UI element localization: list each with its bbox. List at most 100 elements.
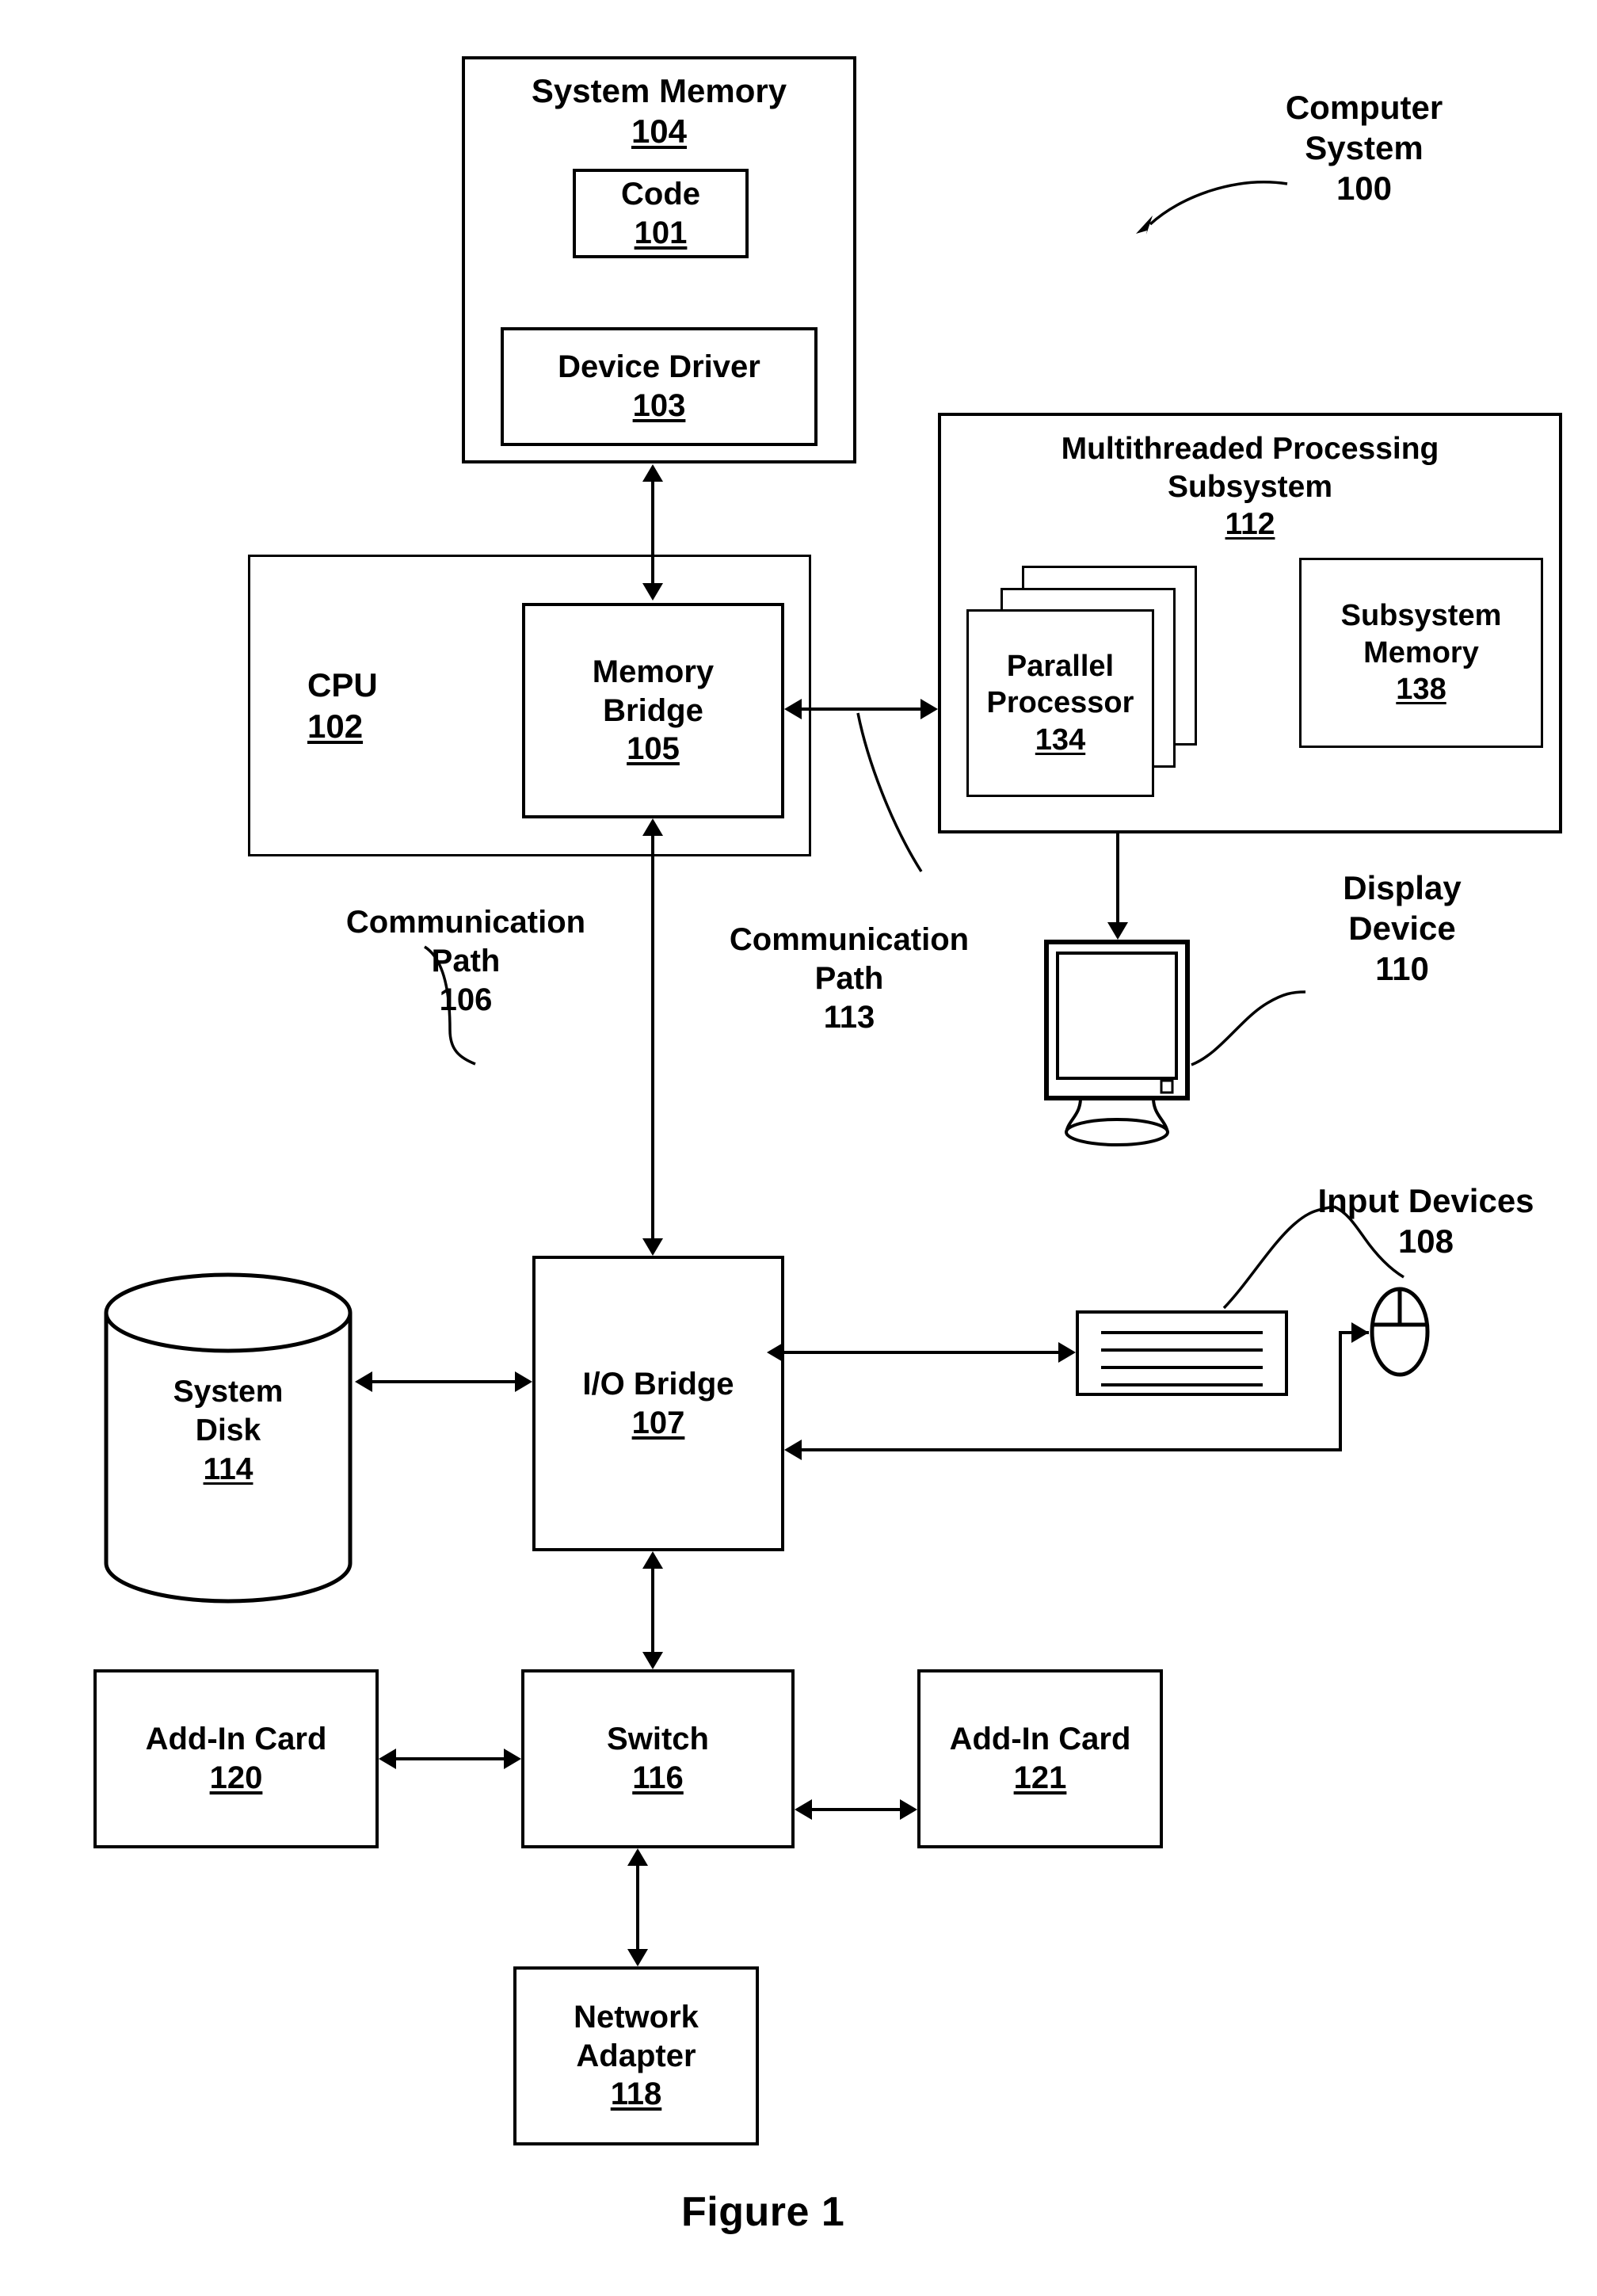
leader-display-device <box>1191 990 1306 1066</box>
input-devices-ref: 108 <box>1397 1222 1454 1261</box>
connector-card120-to-switch <box>396 1757 504 1760</box>
cpu-label: CPU <box>307 666 378 704</box>
computer-system-label-2: System <box>1305 129 1424 167</box>
system-memory-label: System Memory <box>531 72 787 109</box>
comm-path-106-ref: 106 <box>439 982 493 1017</box>
mps-ref: 112 <box>1225 507 1275 542</box>
arrowhead-up-system-memory <box>642 464 663 482</box>
arrowhead-right-subsystem <box>920 699 938 719</box>
callout-computer-system: Computer System 100 <box>1253 87 1475 209</box>
block-system-disk: System Disk 114 <box>101 1272 355 1604</box>
arrowhead-down-network-adapter <box>627 1949 648 1966</box>
block-device-driver: Device Driver 103 <box>501 327 818 446</box>
display-device-label-2: Device <box>1348 910 1456 948</box>
leader-comm-path-113 <box>856 712 923 872</box>
network-adapter-ref: 118 <box>610 2077 662 2112</box>
callout-communication-path-113: Communication Path 113 <box>683 921 1016 1036</box>
memory-bridge-label-1: Memory <box>592 654 715 689</box>
arrowhead-left-add-in-card-120 <box>379 1749 396 1769</box>
callout-communication-path-106: Communication Path 106 <box>299 903 632 1019</box>
arrowhead-right-mouse <box>1351 1322 1369 1343</box>
system-memory-ref: 104 <box>631 113 688 151</box>
connector-bridge-to-io-bridge <box>651 836 654 1238</box>
arrowhead-down-switch <box>642 1652 663 1669</box>
block-io-bridge: I/O Bridge 107 <box>532 1256 784 1551</box>
block-add-in-card-120: Add-In Card 120 <box>93 1669 379 1848</box>
mouse-glyph <box>1370 1287 1430 1377</box>
connector-mouse-segment-vertical <box>1339 1331 1342 1451</box>
keyboard-row <box>1101 1383 1263 1386</box>
code-label: Code <box>621 176 700 212</box>
arrowhead-down-io-bridge <box>642 1238 663 1256</box>
display-device-label-1: Display <box>1343 869 1462 906</box>
add-in-card-121-label: Add-In Card <box>949 1722 1131 1757</box>
arrowhead-down-memory-bridge <box>642 583 663 601</box>
subsystem-memory-ref: 138 <box>1396 673 1446 707</box>
block-memory-bridge: Memory Bridge 105 <box>522 603 784 818</box>
arrowhead-up-memory-bridge-bottom <box>642 818 663 836</box>
arrowhead-right-keyboard <box>1058 1342 1076 1363</box>
connector-disk-to-io-bridge <box>372 1380 515 1383</box>
parallel-processor-label-2: Processor <box>986 686 1134 720</box>
network-adapter-label-2: Adapter <box>576 2038 696 2073</box>
switch-ref: 116 <box>632 1760 684 1795</box>
parallel-processor-ref: 134 <box>1035 723 1086 757</box>
display-device-ref: 110 <box>1375 950 1429 988</box>
system-disk-text: System Disk 114 <box>101 1373 355 1489</box>
arrowhead-up-switch-south <box>627 1848 648 1866</box>
block-parallel-processor: Parallel Processor 134 <box>966 609 1154 797</box>
block-subsystem-memory: Subsystem Memory 138 <box>1299 558 1543 748</box>
connector-io-bridge-to-keyboard <box>784 1351 1058 1354</box>
connector-io-bridge-to-switch <box>651 1569 654 1652</box>
code-ref: 101 <box>634 215 688 250</box>
arrowhead-up-io-bridge-south <box>642 1551 663 1569</box>
comm-path-113-ref: 113 <box>823 999 875 1035</box>
mps-label-1: Multithreaded Processing <box>1061 432 1439 466</box>
switch-label: Switch <box>607 1722 709 1757</box>
add-in-card-120-ref: 120 <box>209 1760 263 1795</box>
connector-memory-to-bridge <box>651 482 654 583</box>
monitor-icon <box>1044 940 1190 1146</box>
keyboard-row <box>1101 1331 1263 1334</box>
computer-system-label-1: Computer <box>1285 89 1443 126</box>
system-disk-label-2: Disk <box>195 1413 261 1447</box>
arrowhead-right-add-in-card-121 <box>900 1799 917 1820</box>
keyboard-row <box>1101 1366 1263 1369</box>
input-devices-label: Input Devices <box>1317 1182 1534 1219</box>
parallel-processor-label-1: Parallel <box>1006 649 1115 683</box>
memory-bridge-label-2: Bridge <box>603 692 703 728</box>
subsystem-memory-label-1: Subsystem <box>1340 599 1502 633</box>
block-switch: Switch 116 <box>521 1669 795 1848</box>
connector-bridge-to-subsystem <box>802 707 920 711</box>
computer-system-ref: 100 <box>1336 170 1393 208</box>
arrowhead-left-memory-bridge <box>784 699 802 719</box>
arrowhead-right-switch-west <box>504 1749 521 1769</box>
block-display-device <box>1044 940 1191 1147</box>
keyboard-icon <box>1076 1310 1288 1396</box>
arrowhead-left-system-disk <box>355 1371 372 1392</box>
arrowhead-left-io-bridge-mouse <box>784 1440 802 1460</box>
arrowhead-right-io-bridge-west <box>515 1371 532 1392</box>
network-adapter-label-1: Network <box>574 1999 699 2035</box>
add-in-card-121-ref: 121 <box>1013 1760 1067 1795</box>
comm-path-113-label-2: Path <box>814 960 884 996</box>
connector-switch-to-network-adapter <box>636 1866 639 1949</box>
keyboard-row <box>1101 1348 1263 1352</box>
mouse-icon <box>1369 1287 1431 1378</box>
io-bridge-label: I/O Bridge <box>582 1366 734 1402</box>
comm-path-113-label-1: Communication <box>729 922 970 957</box>
figure-caption: Figure 1 <box>681 2189 845 2235</box>
connector-mouse-segment-bottom <box>802 1448 1342 1451</box>
add-in-card-120-label: Add-In Card <box>145 1722 327 1757</box>
callout-input-devices: Input Devices 108 <box>1283 1180 1568 1261</box>
cpu-ref: 102 <box>307 707 364 745</box>
block-add-in-card-121: Add-In Card 121 <box>917 1669 1163 1848</box>
device-driver-ref: 103 <box>632 388 686 423</box>
subsystem-memory-label-2: Memory <box>1363 635 1479 669</box>
patent-figure-page: System Memory 104 Code 101 Device Driver… <box>0 0 1597 2296</box>
system-disk-label-1: System <box>173 1375 284 1409</box>
connector-switch-to-card121 <box>812 1808 900 1811</box>
arrowhead-left-switch-east <box>795 1799 812 1820</box>
mps-label-2: Subsystem <box>1167 469 1333 504</box>
device-driver-label: Device Driver <box>558 349 760 385</box>
